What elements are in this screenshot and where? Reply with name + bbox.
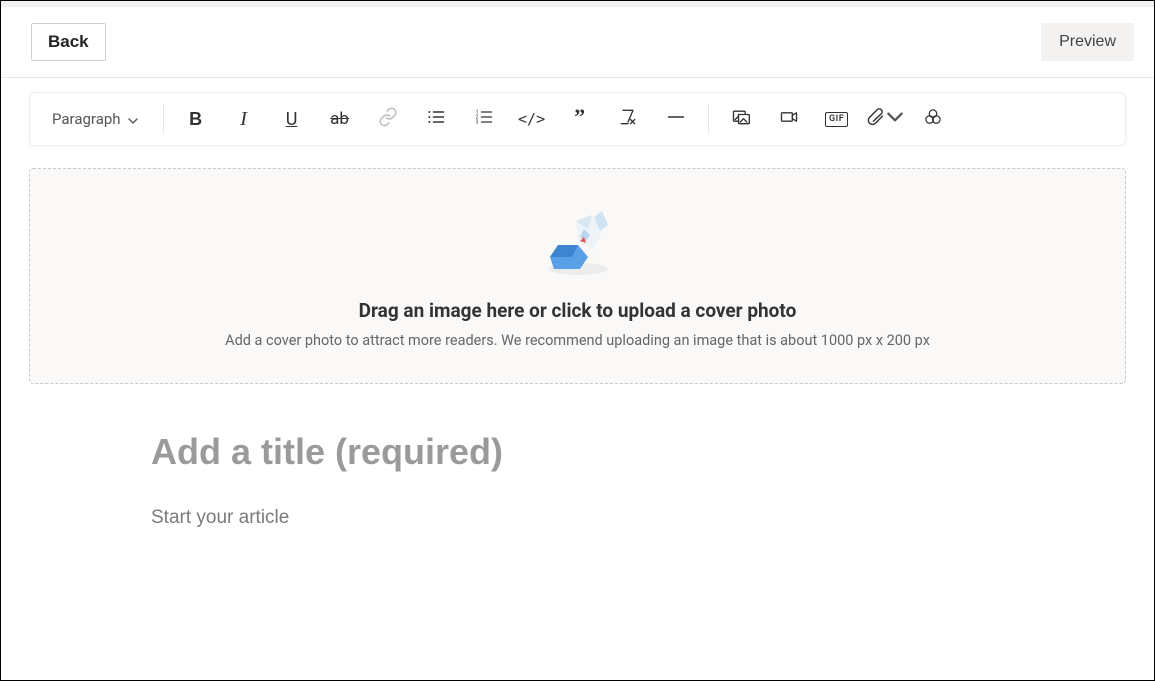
article-editor: [1, 384, 1154, 530]
cover-dropzone-container: Drag an image here or click to upload a …: [1, 146, 1154, 384]
clear-formatting-button[interactable]: [608, 99, 648, 139]
italic-icon: I: [240, 108, 247, 131]
insert-video-button[interactable]: [769, 99, 809, 139]
paragraph-style-dropdown[interactable]: Paragraph: [40, 104, 151, 134]
bullet-list-button[interactable]: [416, 99, 456, 139]
paperclip-icon: [865, 107, 885, 131]
underline-icon: U: [286, 109, 298, 130]
italic-button[interactable]: I: [224, 99, 264, 139]
overlapping-circles-icon: [923, 107, 943, 131]
more-tools-button[interactable]: [913, 99, 953, 139]
upload-illustration: [50, 209, 1105, 277]
dropzone-heading: Drag an image here or click to upload a …: [50, 299, 1105, 322]
numbered-list-button[interactable]: 1 2 3: [464, 99, 504, 139]
code-block-button[interactable]: </>: [512, 99, 552, 139]
paragraph-style-label: Paragraph: [52, 110, 121, 128]
svg-text:3: 3: [475, 120, 478, 126]
toolbar-container: Paragraph B I U ab: [1, 78, 1154, 146]
code-icon: </>: [518, 110, 545, 128]
toolbar-separator: [708, 105, 709, 133]
insert-gif-button[interactable]: GIF: [817, 99, 857, 139]
chevron-down-icon: [885, 107, 905, 131]
dropzone-subtext: Add a cover photo to attract more reader…: [50, 332, 1105, 349]
clear-format-icon: [618, 107, 638, 131]
underline-button[interactable]: U: [272, 99, 312, 139]
image-icon: [731, 107, 751, 131]
toolbar-separator: [163, 105, 164, 133]
formatting-toolbar: Paragraph B I U ab: [29, 92, 1126, 146]
bold-icon: B: [189, 109, 202, 130]
top-bar: Back Preview: [1, 7, 1154, 78]
article-body-input[interactable]: [149, 506, 953, 530]
gif-icon: GIF: [825, 112, 848, 127]
link-button[interactable]: [368, 99, 408, 139]
horizontal-rule-icon: [666, 107, 686, 131]
video-icon: [779, 107, 799, 131]
numbered-list-icon: 1 2 3: [474, 107, 494, 131]
link-icon: [378, 107, 398, 131]
insert-image-button[interactable]: [721, 99, 761, 139]
article-title-input[interactable]: [149, 430, 953, 474]
preview-button[interactable]: Preview: [1041, 23, 1134, 61]
strikethrough-button[interactable]: ab: [320, 99, 360, 139]
chevron-down-icon: [127, 113, 139, 125]
back-button[interactable]: Back: [31, 23, 106, 61]
cover-photo-dropzone[interactable]: Drag an image here or click to upload a …: [29, 168, 1126, 384]
horizontal-rule-button[interactable]: [656, 99, 696, 139]
attach-file-button[interactable]: [865, 99, 905, 139]
bullet-list-icon: [426, 107, 446, 131]
bold-button[interactable]: B: [176, 99, 216, 139]
strikethrough-icon: ab: [330, 109, 349, 129]
blockquote-button[interactable]: ”: [560, 99, 600, 139]
